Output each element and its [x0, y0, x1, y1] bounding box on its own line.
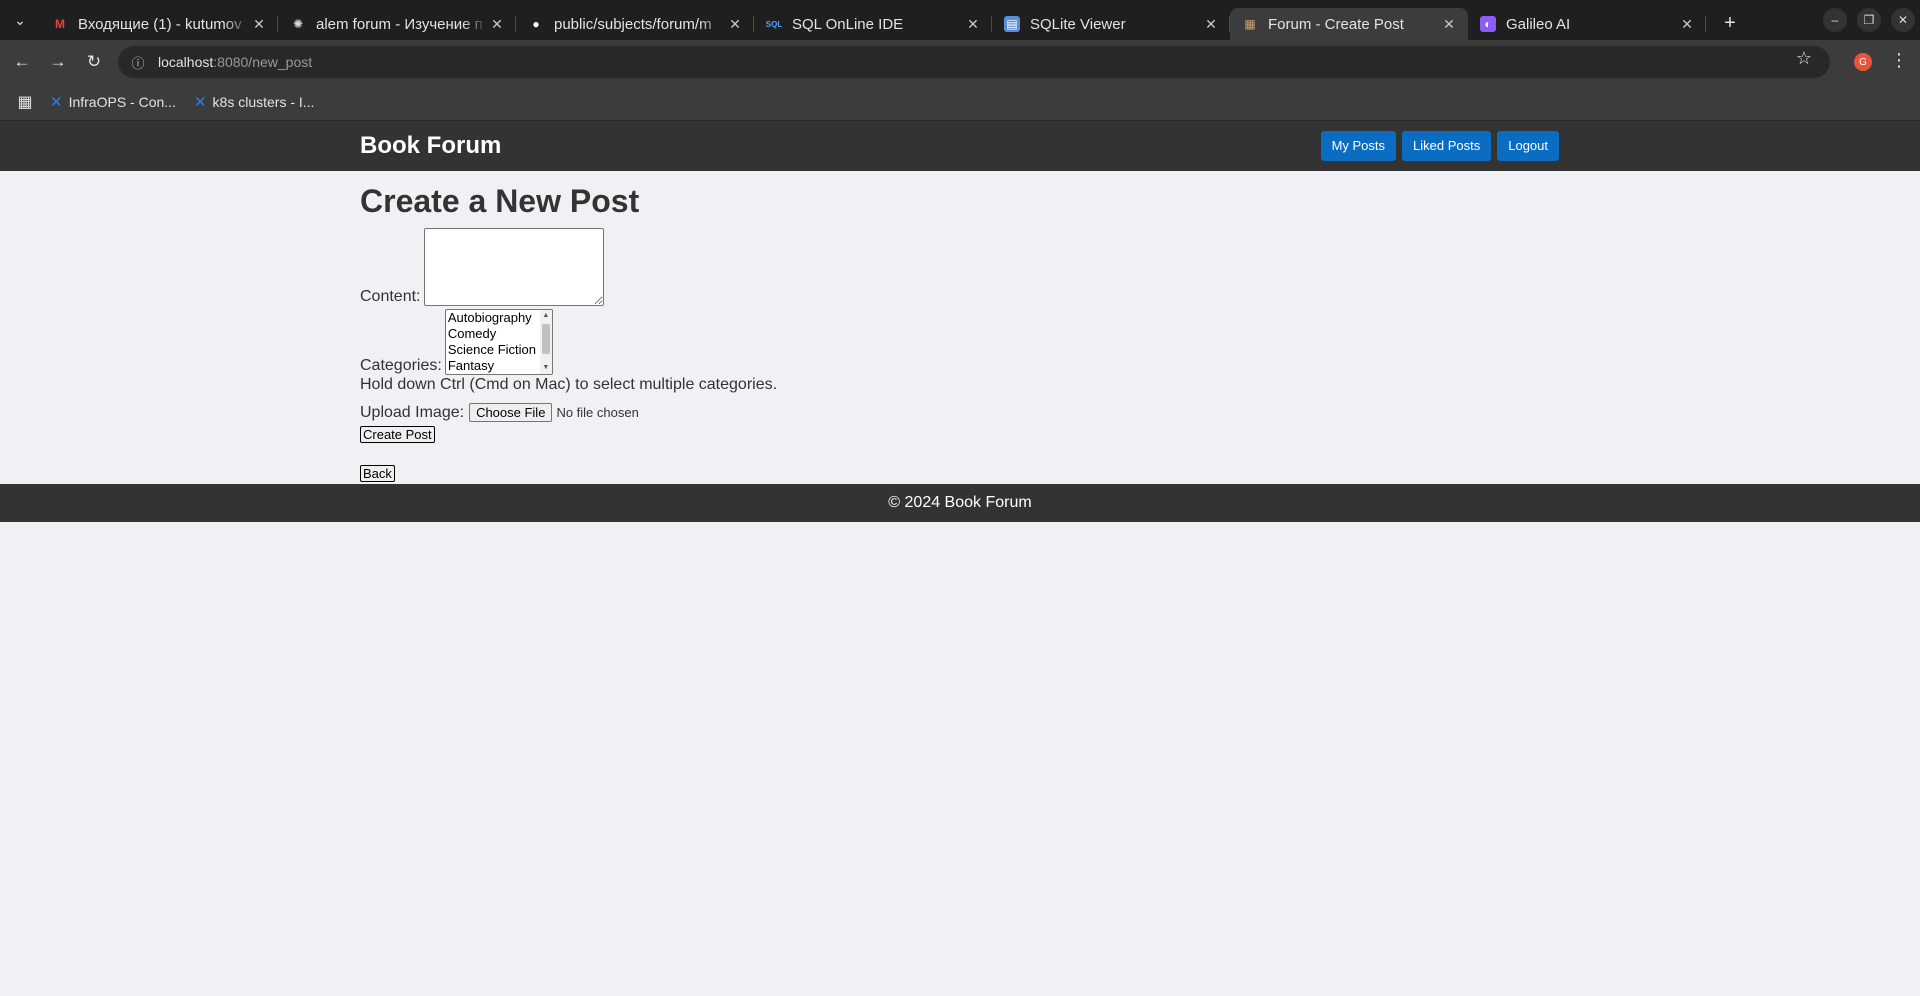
content-textarea[interactable]: [424, 228, 605, 306]
footer-copyright: © 2024 Book Forum: [888, 494, 1032, 511]
bookmark-item[interactable]: ✕ InfraOPS - Con...: [50, 93, 176, 111]
close-tab-icon[interactable]: ✕: [1440, 16, 1458, 33]
categories-hint: Hold down Ctrl (Cmd on Mac) to select mu…: [360, 376, 778, 393]
restore-icon[interactable]: ❐: [1857, 8, 1881, 32]
profile-avatar[interactable]: G: [1854, 53, 1872, 71]
close-tab-icon[interactable]: ✕: [1202, 16, 1220, 33]
bookmark-item[interactable]: ✕ k8s clusters - I...: [194, 93, 315, 111]
browser-tab[interactable]: M Входящие (1) - kutumov ✕: [40, 8, 278, 40]
reload-icon[interactable]: ↻: [76, 52, 112, 72]
scroll-up-arrow-icon[interactable]: ▲: [540, 310, 552, 322]
tab-title: Forum - Create Post: [1268, 15, 1404, 33]
category-option[interactable]: Autobiography: [446, 310, 552, 326]
site-header: Book Forum My Posts Liked Posts Logout: [0, 121, 1920, 171]
upload-label: Upload Image:: [360, 403, 465, 421]
sqlite-icon: ▤: [1004, 16, 1020, 32]
browser-tab[interactable]: ▤ SQLite Viewer ✕: [992, 8, 1230, 40]
tab-title: public/subjects/forum/m: [554, 15, 712, 33]
categories-label: Categories:: [360, 357, 442, 374]
close-tab-icon[interactable]: ✕: [488, 16, 506, 33]
site-footer: © 2024 Book Forum: [0, 484, 1920, 522]
close-tab-icon[interactable]: ✕: [1678, 16, 1696, 33]
tab-search-chevron-icon[interactable]: ⌄: [0, 0, 40, 40]
close-tab-icon[interactable]: ✕: [726, 16, 744, 33]
category-option[interactable]: Comedy: [446, 326, 552, 342]
close-window-icon[interactable]: ✕: [1891, 8, 1915, 32]
browser-tab-active[interactable]: ▦ Forum - Create Post ✕: [1230, 8, 1468, 40]
tab-title: Входящие (1) - kutumov: [78, 15, 242, 33]
choose-file-button[interactable]: Choose File: [469, 403, 553, 422]
create-post-form: Create a New Post Content: Categories: A…: [0, 171, 1920, 484]
address-bar[interactable]: ⓘ localhost :8080/new_post: [118, 46, 1830, 78]
confluence-icon: ✕: [50, 94, 63, 111]
openai-icon: ✺: [292, 17, 304, 31]
galileo-icon: ◐: [1480, 16, 1496, 32]
header-nav: My Posts Liked Posts Logout: [1320, 131, 1559, 161]
github-icon: ●: [532, 17, 540, 31]
tab-title: alem forum - Изучение п: [316, 15, 483, 33]
browser-tab[interactable]: ● public/subjects/forum/m ✕: [516, 8, 754, 40]
my-posts-button[interactable]: My Posts: [1320, 131, 1397, 161]
category-option[interactable]: Science Fiction: [446, 342, 552, 358]
new-tab-plus-icon[interactable]: +: [1712, 12, 1748, 35]
url-host: localhost: [158, 54, 214, 70]
file-status: No file chosen: [556, 405, 639, 420]
content-label: Content:: [360, 288, 421, 305]
apps-grid-icon[interactable]: ▦: [0, 92, 50, 112]
forum-icon: ▦: [1244, 17, 1256, 31]
gmail-icon: M: [55, 17, 65, 31]
browser-tab[interactable]: ✺ alem forum - Изучение п ✕: [278, 8, 516, 40]
liked-posts-button[interactable]: Liked Posts: [1402, 131, 1492, 161]
scrollbar-thumb[interactable]: [541, 324, 550, 354]
categories-row: Categories: Autobiography Comedy Science…: [360, 309, 553, 375]
browser-menu-icon[interactable]: ⋮: [1890, 50, 1908, 71]
window-controls: – ❐ ✕: [1818, 0, 1920, 40]
browser-toolbar: ← → ↻ ⓘ localhost :8080/new_post ☆ G ⋮: [0, 40, 1920, 84]
site-logo[interactable]: Book Forum: [360, 121, 501, 171]
back-button[interactable]: Back: [360, 465, 395, 482]
tab-title: Galileo AI: [1506, 15, 1571, 33]
close-tab-icon[interactable]: ✕: [250, 16, 268, 33]
scroll-down-arrow-icon[interactable]: ▼: [540, 362, 552, 374]
category-option[interactable]: Fantasy: [446, 358, 552, 374]
bookmarks-bar: ▦ ✕ InfraOPS - Con... ✕ k8s clusters - I…: [0, 84, 1920, 121]
bookmark-star-icon[interactable]: ☆: [1778, 48, 1830, 69]
upload-row: Upload Image: Choose File No file chosen: [360, 403, 639, 422]
browser-tab-strip: ⌄ M Входящие (1) - kutumov ✕ ✺ alem foru…: [0, 0, 1920, 40]
browser-tab[interactable]: SQL SQL OnLine IDE ✕: [754, 8, 992, 40]
content-row: Content:: [360, 228, 605, 306]
close-tab-icon[interactable]: ✕: [964, 16, 982, 33]
sql-icon: SQL: [765, 19, 783, 29]
site-info-icon[interactable]: ⓘ: [118, 53, 158, 72]
logout-button[interactable]: Logout: [1497, 131, 1559, 161]
tab-title: SQL OnLine IDE: [792, 15, 904, 33]
browser-tab[interactable]: ◐ Galileo AI ✕: [1468, 8, 1706, 40]
minimize-icon[interactable]: –: [1823, 8, 1847, 32]
categories-select[interactable]: Autobiography Comedy Science Fiction Fan…: [444, 309, 553, 375]
back-arrow-icon[interactable]: ←: [4, 52, 40, 72]
url-path: :8080/new_post: [213, 54, 313, 70]
forward-arrow-icon[interactable]: →: [40, 52, 76, 72]
tab-title: SQLite Viewer: [1030, 15, 1126, 33]
listbox-scrollbar[interactable]: ▲ ▼: [539, 310, 552, 374]
bookmark-label: k8s clusters - I...: [212, 94, 315, 110]
page-title: Create a New Post: [360, 183, 640, 219]
create-post-button[interactable]: Create Post: [360, 426, 435, 443]
confluence-icon: ✕: [193, 94, 207, 111]
bookmark-label: InfraOPS - Con...: [68, 94, 176, 110]
